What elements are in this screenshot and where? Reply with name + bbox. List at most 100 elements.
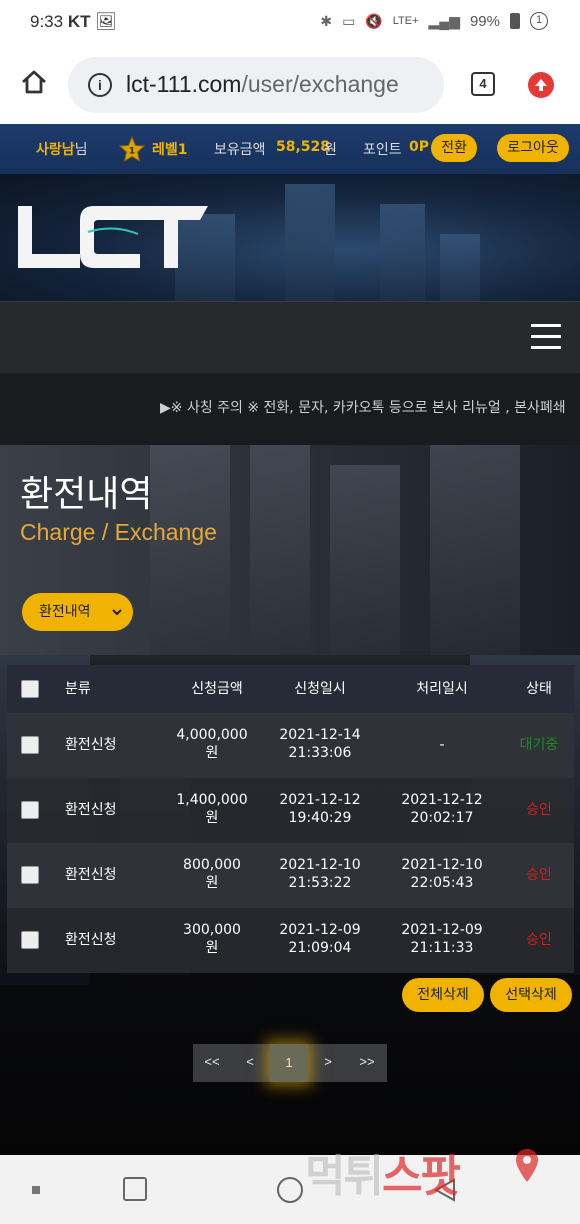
- row-request-date: 2021-12-12: [279, 792, 361, 808]
- username: 사랑남님: [36, 139, 88, 159]
- background-building: [330, 465, 400, 655]
- chevron-down-icon: [112, 609, 122, 616]
- row-amount: 4,000,000: [176, 727, 248, 743]
- row-request-date: 2021-12-09: [279, 922, 361, 938]
- menu-dot-icon[interactable]: [32, 1186, 40, 1194]
- header-process-date: 처리일시: [416, 681, 468, 697]
- home-icon[interactable]: [20, 68, 48, 96]
- signal-icon: ▂▄▆: [428, 12, 460, 29]
- hamburger-menu-icon[interactable]: [531, 324, 561, 350]
- row-type: 환전신청: [65, 737, 117, 753]
- username-text: 사랑남: [36, 142, 75, 158]
- row-checkbox[interactable]: [21, 866, 39, 884]
- address-bar[interactable]: i lct-111.com/user/exchange: [68, 57, 444, 113]
- location-pin-icon: [516, 1149, 538, 1182]
- row-type: 환전신청: [65, 802, 117, 818]
- content-area: 분류 신청금액 신청일시 처리일시 상태 환전신청 4,000,000 원 202…: [0, 655, 580, 1155]
- row-type: 환전신청: [65, 932, 117, 948]
- page-subtitle: Charge / Exchange: [20, 519, 217, 545]
- background-building: [150, 445, 230, 655]
- level-badge-number: 1: [129, 147, 135, 157]
- table-row: 환전신청 300,000 원 2021-12-09 21:09:04 2021-12…: [7, 908, 574, 973]
- row-process-date: 2021-12-12: [401, 792, 483, 808]
- watermark-text-a: 먹튀: [305, 1151, 384, 1202]
- row-request-time: 21:33:06: [288, 745, 352, 761]
- exchange-history-table: 분류 신청금액 신청일시 처리일시 상태 환전신청 4,000,000 원 202…: [7, 665, 574, 973]
- point-value: 0P: [409, 139, 430, 155]
- url-host: lct-111.com: [126, 71, 242, 97]
- background-building: [250, 445, 310, 655]
- row-process-time: 22:05:43: [410, 875, 474, 891]
- balance-label: 보유금액: [214, 142, 266, 158]
- row-amount: 300,000: [183, 922, 241, 938]
- row-checkbox[interactable]: [21, 931, 39, 949]
- user-level: 레벨1: [152, 142, 188, 158]
- header-type: 분류: [65, 681, 91, 697]
- current-page[interactable]: 1: [270, 1044, 308, 1082]
- select-all-checkbox[interactable]: [21, 680, 39, 698]
- row-process-date: 2021-12-10: [401, 857, 483, 873]
- row-type: 환전신청: [65, 867, 117, 883]
- gallery-icon: 🖼: [95, 12, 117, 31]
- row-checkbox[interactable]: [21, 736, 39, 754]
- convert-button[interactable]: 전환: [431, 134, 477, 162]
- row-process-time: 20:02:17: [410, 810, 474, 826]
- delete-all-button[interactable]: 전체삭제: [402, 978, 484, 1012]
- logout-button[interactable]: 로그아웃: [497, 134, 569, 162]
- row-process-date: -: [439, 737, 445, 753]
- prev-page-button[interactable]: <: [231, 1054, 269, 1069]
- home-nav-icon[interactable]: [277, 1177, 303, 1203]
- row-amount: 800,000: [183, 857, 241, 873]
- delete-selected-button[interactable]: 선택삭제: [490, 978, 572, 1012]
- battery-percent: 99%: [469, 12, 500, 30]
- row-amount-unit: 원: [205, 745, 219, 761]
- username-suffix: 님: [74, 142, 88, 158]
- recent-apps-icon[interactable]: [123, 1177, 147, 1201]
- nfc-icon: ▭: [342, 12, 356, 29]
- background-building: [380, 204, 425, 301]
- site-logo[interactable]: [18, 206, 208, 268]
- url-text[interactable]: lct-111.com/user/exchange: [126, 71, 399, 98]
- tab-switcher-icon[interactable]: 4: [471, 72, 495, 96]
- notice-ticker: ▶※ 사칭 주의 ※ 전화, 문자, 카카오톡 등으로 본사 리뉴얼 , 본사폐…: [0, 373, 580, 445]
- mute-icon: 🔇: [365, 12, 383, 29]
- update-icon[interactable]: [528, 72, 554, 98]
- row-status: 대기중: [519, 737, 559, 753]
- table-row: 환전신청 4,000,000 원 2021-12-14 21:33:06 - 대기중: [7, 713, 574, 778]
- main-nav: [0, 301, 580, 373]
- row-request-date: 2021-12-10: [279, 857, 361, 873]
- background-building: [440, 234, 480, 301]
- watermark-text-b: 스팟: [381, 1151, 461, 1202]
- carrier: KT: [67, 12, 91, 31]
- battery-icon: [510, 13, 520, 29]
- row-amount-unit: 원: [205, 940, 219, 956]
- status-icons: ✱ ▭ 🔇 LTE+ ▂▄▆ 99% 1: [320, 12, 548, 30]
- row-amount-unit: 원: [205, 810, 219, 826]
- page-hero: 환전내역 Charge / Exchange 환전내역: [0, 445, 580, 655]
- table-header: 분류 신청금액 신청일시 처리일시 상태: [7, 665, 574, 713]
- header-amount: 신청금액: [191, 681, 243, 697]
- balance-value: 58,528: [276, 139, 331, 155]
- row-request-time: 21:53:22: [288, 875, 352, 891]
- user-info-bar: 사랑남님 1 레벨1 보유금액 58,528 원 포인트 0P 전환 로그아웃: [0, 124, 580, 174]
- first-page-button[interactable]: <<: [193, 1054, 231, 1069]
- row-status: 승인: [526, 932, 552, 948]
- background-building: [430, 445, 520, 655]
- next-page-button[interactable]: >: [309, 1054, 347, 1069]
- android-nav-bar: [0, 1155, 580, 1224]
- background-building: [285, 184, 335, 301]
- notification-count-icon: 1: [530, 12, 548, 30]
- pagination: << < 1 > >>: [193, 1044, 387, 1082]
- row-request-time: 19:40:29: [288, 810, 352, 826]
- last-page-button[interactable]: >>: [348, 1054, 386, 1069]
- point-label: 포인트: [363, 142, 402, 158]
- row-request-date: 2021-12-14: [279, 727, 361, 743]
- row-checkbox[interactable]: [21, 801, 39, 819]
- balance-unit: 원: [324, 142, 337, 158]
- info-icon[interactable]: i: [88, 73, 112, 97]
- level-star-icon: 1: [119, 136, 145, 162]
- status-time: 9:33 KT 🖼: [30, 12, 117, 32]
- history-dropdown[interactable]: 환전내역: [22, 593, 133, 631]
- logo-banner: [0, 174, 580, 301]
- browser-toolbar: i lct-111.com/user/exchange 4: [0, 44, 580, 124]
